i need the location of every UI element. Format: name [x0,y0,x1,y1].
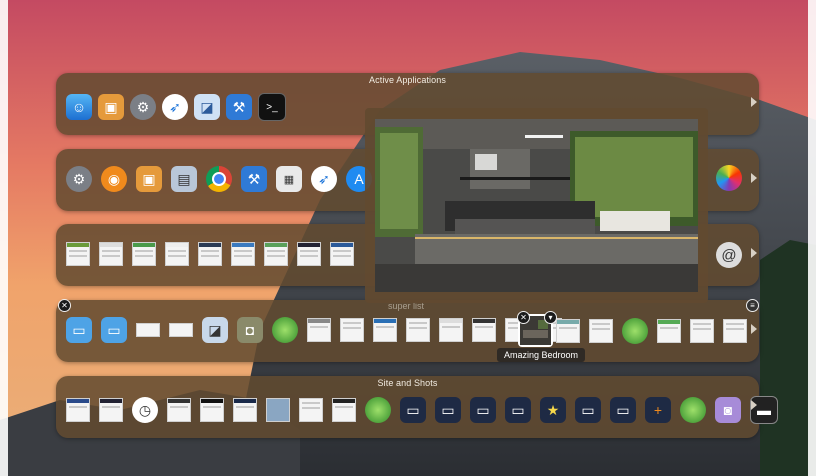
shelf-scroll-arrow-icon[interactable] [751,324,757,334]
preview-icon[interactable]: ▣ [136,166,162,192]
site-thumbnail[interactable] [198,242,222,266]
screenshot-icon[interactable]: ▭ [505,397,531,423]
site-thumbnail[interactable] [299,398,323,422]
site-thumbnail[interactable] [99,242,123,266]
tile-remove-icon[interactable]: ✕ [517,311,530,324]
preview-photo-icon[interactable]: ◪ [194,94,220,120]
document-thumbnail[interactable] [439,318,463,342]
site-thumbnail[interactable] [297,242,321,266]
document-thumbnail[interactable] [723,319,747,343]
calculator-icon[interactable]: ▦ [276,166,302,192]
document-thumbnail[interactable] [589,319,613,343]
site-thumbnail[interactable] [200,398,224,422]
screenshot-add-icon[interactable]: + [645,397,671,423]
tile-options-icon[interactable]: ▾ [544,311,557,324]
camera-folder-icon[interactable]: ◙ [715,397,741,423]
site-thumbnail[interactable] [167,398,191,422]
screenshot-icon[interactable]: ▭ [575,397,601,423]
preview-icon[interactable]: ▣ [98,94,124,120]
safari-icon[interactable]: ➶ [311,166,337,192]
system-preferences-icon[interactable]: ⚙ [130,94,156,120]
shelf-scroll-arrow-icon[interactable] [751,248,757,258]
finder-icon[interactable]: ☺ [66,94,92,120]
document-thumbnail[interactable] [657,319,681,343]
site-thumbnail[interactable] [231,242,255,266]
bedroom-preview-image [375,119,698,292]
chrome-icon[interactable] [206,166,232,192]
document-thumbnail[interactable] [406,318,430,342]
airmail-icon[interactable]: ◉ [101,166,127,192]
shelf-close-icon[interactable]: ✕ [58,299,71,312]
screenshot-icon[interactable]: ▭ [435,397,461,423]
shelf-scroll-arrow-icon[interactable] [751,97,757,107]
green-orb-icon[interactable] [272,317,298,343]
clock-icon[interactable]: ◷ [132,397,158,423]
shelf-title: Site and Shots [377,378,438,388]
shelf-site-and-shots: Site and Shots ◷ ▭ ▭ ▭ ▭ ★ ▭ ▭ + ◙ ▬ [56,376,778,438]
shelf-title: Active Applications [369,75,446,85]
site-thumbnail[interactable] [332,398,356,422]
site-thumbnail[interactable] [165,242,189,266]
photo-thumbnail[interactable] [266,398,290,422]
camera-icon[interactable]: ◘ [237,317,263,343]
green-orb-icon[interactable] [680,397,706,423]
mail-stamp-icon[interactable]: @ [716,242,742,268]
site-thumbnail[interactable] [264,242,288,266]
image-capture-icon[interactable]: ▤ [171,166,197,192]
shelf-scroll-arrow-icon[interactable] [751,173,757,183]
shelf-menu-icon[interactable]: ≡ [746,299,759,312]
safari-icon[interactable]: ➶ [162,94,188,120]
document-thumbnail[interactable] [340,318,364,342]
green-orb-icon[interactable] [365,397,391,423]
photos-icon[interactable] [716,165,742,191]
site-thumbnail[interactable] [66,398,90,422]
system-preferences-icon[interactable]: ⚙ [66,166,92,192]
document-thumbnail[interactable] [136,323,160,337]
shelf-scroll-arrow-icon[interactable] [751,400,757,410]
folder-tools-icon[interactable]: ▭ [101,317,127,343]
xcode-icon[interactable]: ⚒ [241,166,267,192]
site-thumbnail[interactable] [99,398,123,422]
document-thumbnail[interactable] [690,319,714,343]
image-preview-popup [365,108,708,303]
screenshot-icon[interactable]: ▭ [470,397,496,423]
folder-icon[interactable]: ▭ [66,317,92,343]
site-thumbnail[interactable] [330,242,354,266]
site-thumbnail[interactable] [66,242,90,266]
site-thumbnail[interactable] [132,242,156,266]
screenshot-icon[interactable]: ▭ [400,397,426,423]
document-thumbnail[interactable] [373,318,397,342]
site-thumbnail[interactable] [233,398,257,422]
screenshot-star-icon[interactable]: ★ [540,397,566,423]
green-orb-icon[interactable] [622,318,648,344]
document-thumbnail[interactable] [556,319,580,343]
terminal-icon[interactable]: >_ [258,93,286,121]
xcode-icon[interactable]: ⚒ [226,94,252,120]
preview-photo-icon[interactable]: ◪ [202,317,228,343]
document-thumbnail[interactable] [307,318,331,342]
document-thumbnail[interactable] [169,323,193,337]
document-thumbnail[interactable] [472,318,496,342]
item-tooltip: Amazing Bedroom [497,348,586,362]
screenshot-icon[interactable]: ▭ [610,397,636,423]
